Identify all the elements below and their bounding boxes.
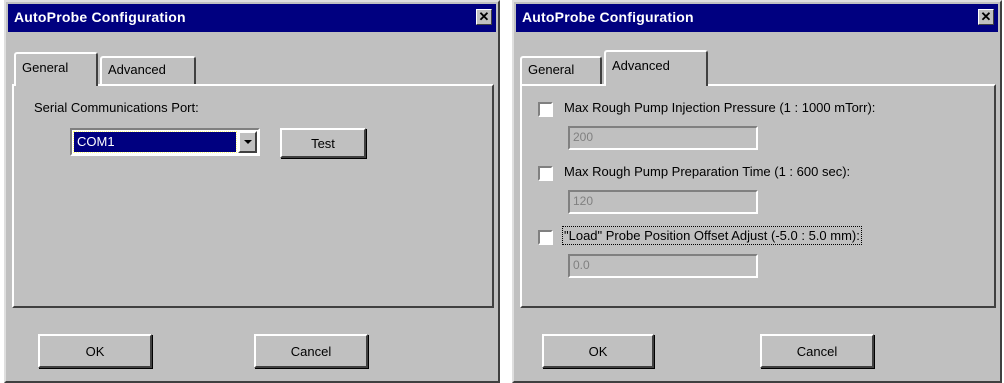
chevron-down-icon[interactable]	[238, 131, 257, 153]
tab-panel-general: Serial Communications Port: COM1 Test	[12, 84, 494, 308]
tab-advanced-label: Advanced	[108, 62, 166, 77]
cancel-button[interactable]: Cancel	[760, 334, 874, 368]
advanced-dialog: AutoProbe Configuration ✕ General Advanc…	[512, 0, 1002, 383]
ok-button[interactable]: OK	[38, 334, 152, 368]
injection-pressure-checkbox[interactable]	[538, 102, 553, 117]
probe-offset-field[interactable]: 0.0	[568, 254, 758, 278]
dialog-title: AutoProbe Configuration	[14, 9, 186, 25]
tab-panel-advanced: Max Rough Pump Injection Pressure (1 : 1…	[520, 84, 996, 308]
title-bar[interactable]: AutoProbe Configuration ✕	[516, 4, 998, 32]
tab-general[interactable]: General	[14, 52, 98, 86]
tab-general-label: General	[528, 62, 575, 77]
injection-pressure-label: Max Rough Pump Injection Pressure (1 : 1…	[564, 100, 876, 115]
dialog-title: AutoProbe Configuration	[522, 9, 694, 25]
tab-advanced-label: Advanced	[612, 58, 670, 73]
port-label: Serial Communications Port:	[34, 100, 199, 115]
port-select[interactable]: COM1	[70, 128, 260, 156]
probe-offset-label: "Load" Probe Position Offset Adjust (-5.…	[562, 226, 862, 245]
preparation-time-field[interactable]: 120	[568, 190, 758, 214]
title-bar[interactable]: AutoProbe Configuration ✕	[8, 4, 496, 32]
close-icon[interactable]: ✕	[476, 9, 492, 25]
general-dialog: AutoProbe Configuration ✕ General Advanc…	[4, 0, 500, 383]
close-icon[interactable]: ✕	[978, 9, 994, 25]
cancel-button[interactable]: Cancel	[254, 334, 368, 368]
tab-advanced[interactable]: Advanced	[100, 56, 196, 86]
port-select-value: COM1	[73, 131, 237, 153]
tab-general-label: General	[22, 60, 69, 75]
injection-pressure-field[interactable]: 200	[568, 126, 758, 150]
tab-general[interactable]: General	[520, 56, 602, 86]
preparation-time-label: Max Rough Pump Preparation Time (1 : 600…	[564, 164, 851, 179]
probe-offset-checkbox[interactable]	[538, 230, 553, 245]
test-button[interactable]: Test	[280, 128, 366, 158]
tab-advanced[interactable]: Advanced	[604, 50, 708, 86]
ok-button[interactable]: OK	[542, 334, 654, 368]
preparation-time-checkbox[interactable]	[538, 166, 553, 181]
